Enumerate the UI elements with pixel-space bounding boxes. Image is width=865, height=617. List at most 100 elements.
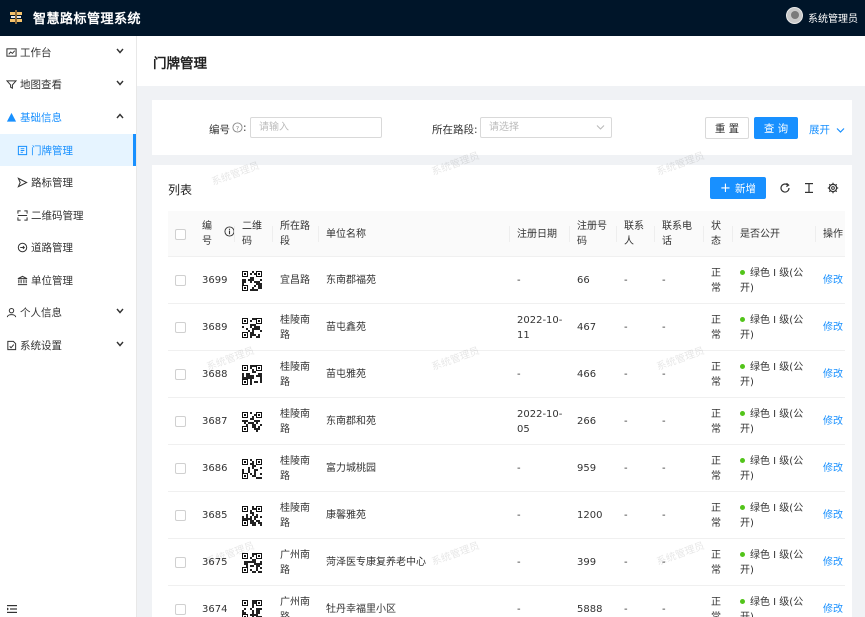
- table-row: 3685 桂陵南 路 康馨雅苑 - 1200 - - 正 常 绿色 I 级(公 开) 修改: [168, 492, 845, 539]
- table-title: 列表: [168, 183, 193, 197]
- column-header-text: 编 号: [202, 221, 212, 247]
- doorplate-icon: [17, 145, 28, 156]
- expand-link[interactable]: 展开: [809, 122, 845, 137]
- edit-link[interactable]: 修改: [823, 508, 843, 523]
- cell-text: 广州南 路: [280, 596, 310, 617]
- query-button[interactable]: 查 询: [754, 117, 798, 139]
- qrcode-image[interactable]: [242, 505, 262, 526]
- sidebar-item-label: 路标管理: [31, 176, 73, 189]
- qrcode-cell: [242, 586, 273, 617]
- svg-text:?: ?: [236, 124, 239, 132]
- dashboard-icon: [6, 47, 17, 58]
- cell-text: -: [517, 275, 521, 286]
- cell-text: 3686: [202, 463, 228, 474]
- public-cell: 绿色 I 级(公 开): [740, 351, 816, 398]
- sidebar-item-7[interactable]: 道路管理: [0, 231, 136, 263]
- cell-text: 苗屯鑫苑: [326, 322, 366, 333]
- cell-text: 正 常: [711, 408, 721, 435]
- action-cell: 修改: [823, 539, 845, 586]
- qrcode-image[interactable]: [242, 552, 262, 573]
- sidebar-item-label: 工作台: [20, 46, 52, 59]
- action-cell: 修改: [823, 398, 845, 445]
- column-header-text: 操作: [823, 228, 843, 240]
- row-checkbox[interactable]: [175, 369, 186, 380]
- edit-link[interactable]: 修改: [823, 555, 843, 570]
- qrcode-image[interactable]: [242, 317, 262, 338]
- column-header-contact: 联系 人: [624, 211, 655, 257]
- edit-link[interactable]: 修改: [823, 367, 843, 382]
- sidebar-item-6[interactable]: 二维码管理: [0, 199, 136, 231]
- cell-text: -: [517, 557, 521, 568]
- cell-text: 1200: [577, 510, 603, 521]
- road-select[interactable]: 请选择: [480, 117, 612, 138]
- cell-status: 正 常: [711, 586, 733, 617]
- column-header-unit: 单位名称: [326, 211, 510, 257]
- cell-text: 桂陵南 路: [280, 408, 310, 435]
- reset-button[interactable]: 重 置: [705, 117, 749, 139]
- sidebar-item-10[interactable]: 系统设置: [0, 329, 136, 361]
- reload-icon[interactable]: [779, 182, 791, 194]
- public-cell: 绿色 I 级(公 开): [740, 586, 816, 617]
- qrcode-image[interactable]: [242, 599, 262, 617]
- sidebar-item-9[interactable]: 个人信息: [0, 296, 136, 328]
- warning-icon: [6, 112, 17, 123]
- select-all-checkbox[interactable]: [175, 228, 186, 240]
- header-select-all: [175, 211, 195, 257]
- qrcode-image[interactable]: [242, 270, 262, 291]
- add-button[interactable]: + 新增: [710, 177, 766, 199]
- menu-fold-icon[interactable]: [6, 603, 18, 615]
- question-circle-icon[interactable]: ?: [232, 122, 243, 133]
- row-checkbox[interactable]: [175, 416, 186, 427]
- sidebar-item-label: 单位管理: [31, 274, 73, 287]
- qrcode-image[interactable]: [242, 364, 262, 385]
- cell-unit: 菏泽医专康复养老中心: [326, 539, 510, 586]
- cell-text: -: [624, 416, 628, 427]
- cell-unit: 苗屯雅苑: [326, 351, 510, 398]
- row-checkbox[interactable]: [175, 463, 186, 474]
- user-name[interactable]: 系统管理员: [808, 10, 858, 25]
- edit-link[interactable]: 修改: [823, 414, 843, 429]
- column-height-icon[interactable]: [803, 182, 815, 194]
- qrcode-cell: [242, 257, 273, 304]
- row-select: [175, 492, 195, 539]
- public-text: 绿色 I 级(公 开): [740, 408, 804, 435]
- qrcode-cell: [242, 445, 273, 492]
- edit-link[interactable]: 修改: [823, 602, 843, 617]
- number-label: 编号: [209, 124, 230, 136]
- edit-link[interactable]: 修改: [823, 320, 843, 335]
- edit-link[interactable]: 修改: [823, 273, 843, 288]
- row-checkbox[interactable]: [175, 604, 186, 615]
- sidebar-item-4[interactable]: 门牌管理: [0, 134, 136, 166]
- row-checkbox[interactable]: [175, 322, 186, 333]
- number-input[interactable]: 请输入: [250, 117, 382, 138]
- sidebar: 工作台地图查看 基础信息 门牌管理路标管理二维码管理 道路管理单位管理个人信息 系统设置: [0, 36, 137, 617]
- cell-reg-no: 399: [577, 539, 617, 586]
- setting-icon[interactable]: [827, 182, 839, 194]
- cell-text: 3685: [202, 510, 228, 521]
- column-header-status: 状 态: [711, 211, 733, 257]
- cell-phone: -: [662, 351, 704, 398]
- sidebar-item-2[interactable]: 地图查看: [0, 68, 136, 100]
- row-select: [175, 539, 195, 586]
- column-header-qrcode: 二维 码: [242, 211, 273, 257]
- cell-number: 3674: [202, 586, 235, 617]
- row-checkbox[interactable]: [175, 557, 186, 568]
- qrcode-image[interactable]: [242, 458, 262, 479]
- public-text: 绿色 I 级(公 开): [740, 502, 804, 529]
- cell-text: -: [662, 463, 666, 474]
- page-header: 门牌管理: [137, 36, 865, 86]
- row-checkbox[interactable]: [175, 275, 186, 286]
- qrcode-image[interactable]: [242, 411, 262, 432]
- qrcode-cell: [242, 398, 273, 445]
- cell-road: 桂陵南 路: [280, 492, 319, 539]
- sidebar-item-1[interactable]: 工作台: [0, 36, 136, 68]
- sidebar-item-5[interactable]: 路标管理: [0, 166, 136, 198]
- edit-link[interactable]: 修改: [823, 461, 843, 476]
- sidebar-item-3[interactable]: 基础信息: [0, 101, 136, 133]
- cell-unit: 苗屯鑫苑: [326, 304, 510, 351]
- row-select: [175, 586, 195, 617]
- filter-icon: [6, 79, 17, 90]
- avatar[interactable]: [786, 7, 803, 24]
- row-checkbox[interactable]: [175, 510, 186, 521]
- sidebar-item-8[interactable]: 单位管理: [0, 264, 136, 296]
